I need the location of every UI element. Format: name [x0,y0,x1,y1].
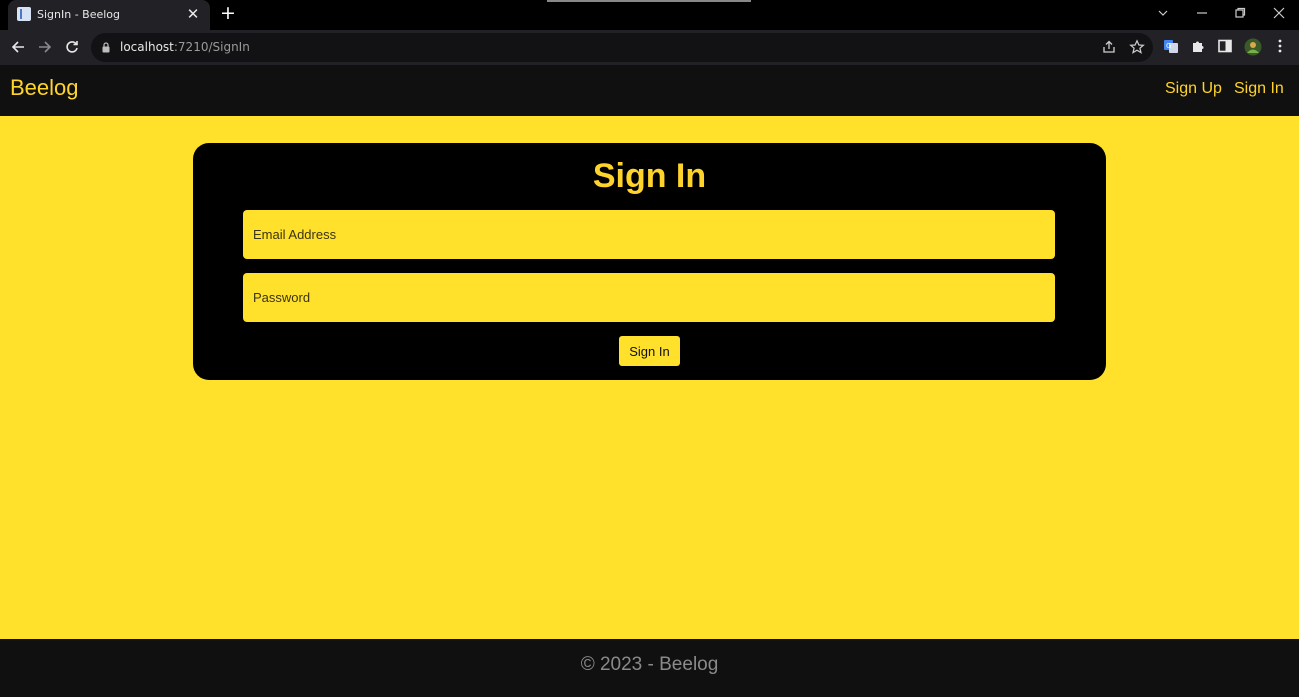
puzzle-extension-icon[interactable] [1190,38,1208,56]
reload-icon[interactable] [61,36,83,58]
forward-arrow-icon[interactable] [34,36,56,58]
page-title: Sign In [592,157,707,195]
site-navbar: Beelog Sign Up Sign In [0,65,1299,116]
svg-text:G: G [1166,42,1171,50]
nav-link-sign-up[interactable]: Sign Up [1165,80,1222,98]
password-field[interactable] [243,273,1055,322]
profile-avatar-icon[interactable] [1244,38,1262,56]
side-panel-icon[interactable] [1217,38,1235,56]
translate-extension-icon[interactable]: G [1163,38,1181,56]
url-text[interactable]: localhost:7210/SignIn [120,40,250,54]
close-tab-icon[interactable]: ✕ [184,5,202,23]
minimize-icon[interactable] [1183,0,1221,28]
nav-link-sign-in[interactable]: Sign In [1234,80,1284,98]
site-footer: © 2023 - Beelog [0,639,1299,697]
window-drag-indicator [547,0,751,2]
new-tab-icon[interactable]: + [218,4,238,24]
browser-tab[interactable]: SignIn - Beelog ✕ [8,0,210,30]
browser-toolbar: localhost:7210/SignIn G [0,30,1299,65]
restore-icon[interactable] [1221,0,1259,28]
page-favicon-icon [17,7,31,21]
back-arrow-icon[interactable] [7,36,29,58]
email-field[interactable] [243,210,1055,259]
more-menu-icon[interactable] [1272,38,1290,56]
copyright-text: © 2023 - Beelog [580,654,719,675]
url-host: localhost [120,40,174,54]
tab-search-chevron-icon[interactable] [1144,0,1182,28]
lock-icon[interactable] [101,42,111,53]
share-icon[interactable] [1101,39,1119,57]
sign-in-button[interactable]: Sign In [619,336,680,366]
address-bar[interactable]: localhost:7210/SignIn [91,33,1153,62]
url-path: :7210/SignIn [173,40,250,54]
tab-title: SignIn - Beelog [37,8,121,21]
star-icon[interactable] [1129,39,1147,57]
brand-logo-link[interactable]: Beelog [10,75,79,101]
browser-tab-bar: SignIn - Beelog ✕ + [0,0,1299,30]
sign-in-card: Sign In Sign In [193,143,1106,380]
close-window-icon[interactable] [1260,0,1298,28]
